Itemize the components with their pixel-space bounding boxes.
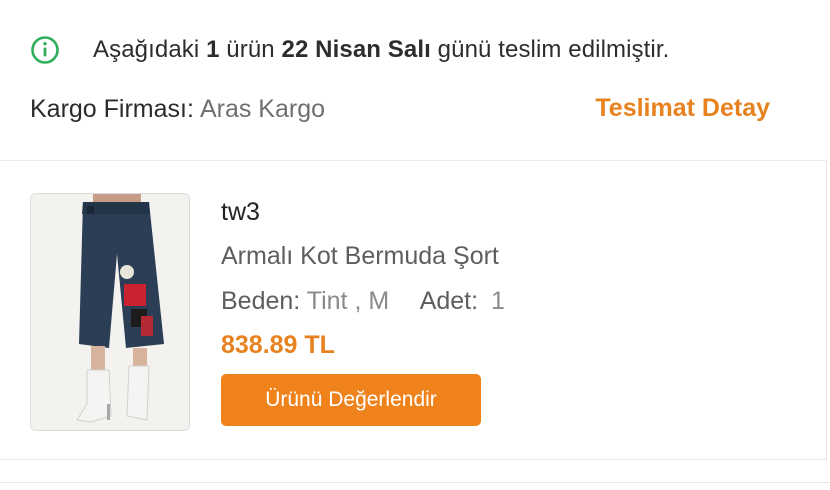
size-label: Beden: <box>221 287 301 315</box>
delivery-header: Aşağıdaki 1 ürün 22 Nisan Salı günü tesl… <box>0 0 830 158</box>
seller-name-wrap: tw3 <box>221 198 260 227</box>
carrier-name: Aras Kargo <box>199 95 325 123</box>
info-circle-icon <box>30 35 60 65</box>
quantity-label: Adet: <box>419 287 479 315</box>
product-name[interactable]: Armalı Kot Bermuda Şort <box>221 242 499 271</box>
quantity-value: 1 <box>491 287 505 315</box>
carrier-label: Kargo Firması: <box>30 95 194 123</box>
delivery-detail-link[interactable]: Teslimat Detay <box>595 94 770 123</box>
divider <box>0 482 830 483</box>
product-variant: Beden: Tint , M Adet: 1 <box>221 287 505 316</box>
carrier-info: Kargo Firması: Aras Kargo <box>30 95 325 124</box>
seller-name[interactable]: tw3 <box>221 198 260 227</box>
delivery-status-text: Aşağıdaki 1 ürün 22 Nisan Salı günü tesl… <box>93 36 670 63</box>
size-value: Tint , M <box>306 287 390 315</box>
delivery-status: Aşağıdaki 1 ürün 22 Nisan Salı günü tesl… <box>30 30 669 70</box>
product-price: 838.89 TL <box>221 331 335 359</box>
rate-product-button[interactable]: Ürünü Değerlendir <box>221 374 481 426</box>
product-image[interactable] <box>30 193 190 431</box>
